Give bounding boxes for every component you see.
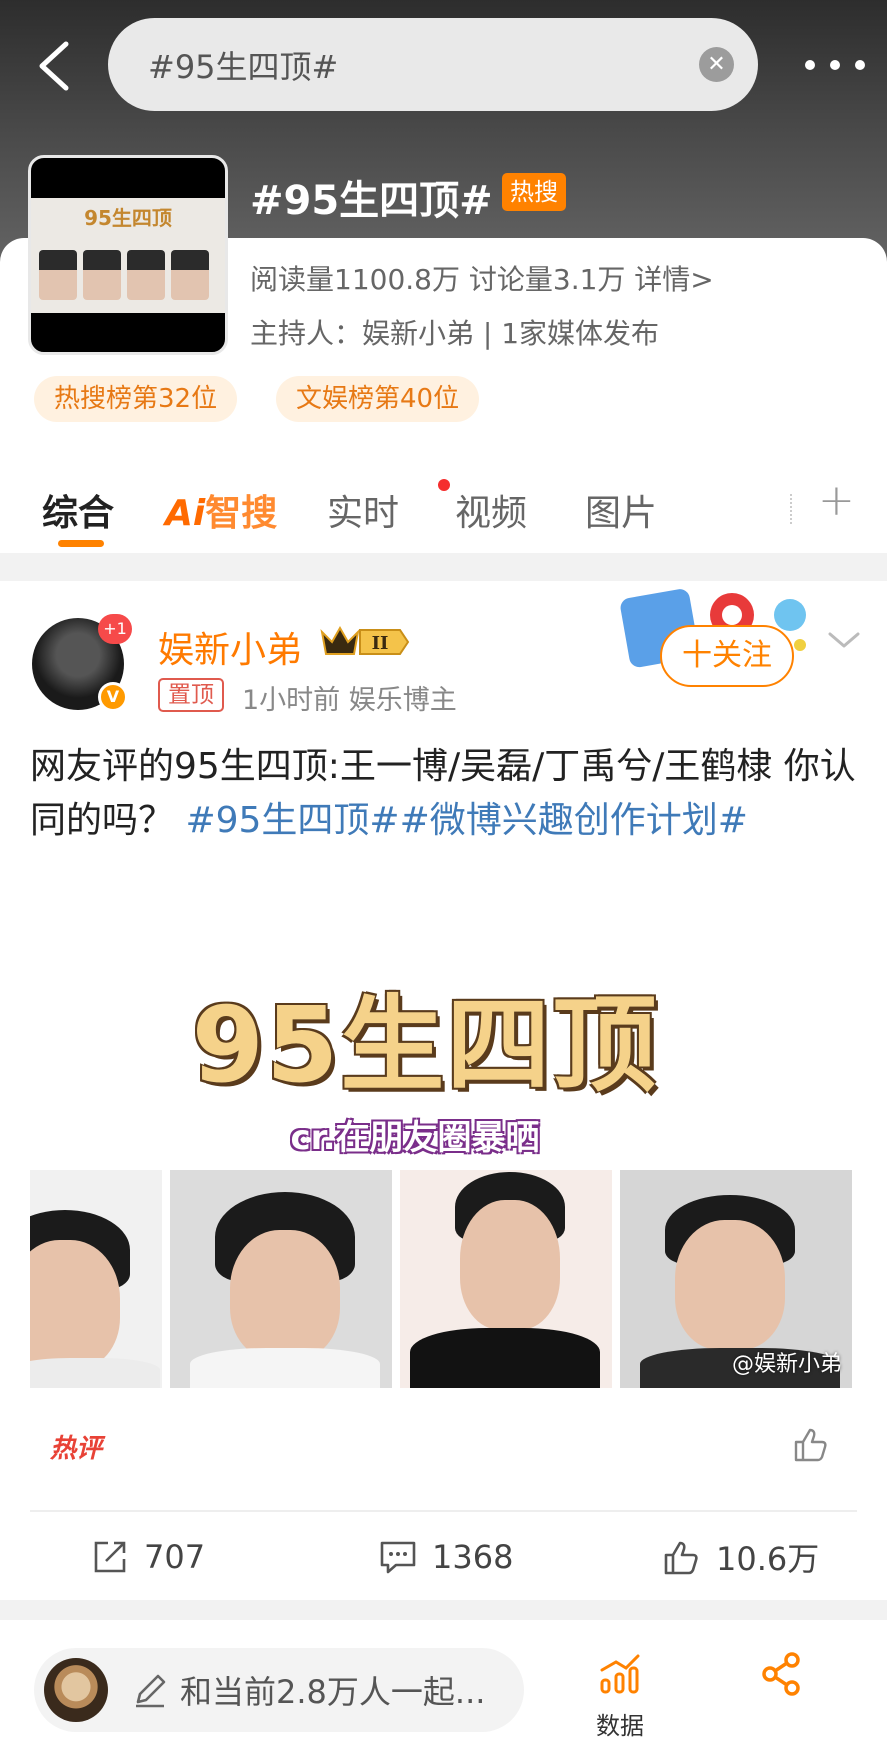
data-label: 数据	[596, 1712, 644, 1740]
back-arrow-icon[interactable]	[30, 36, 78, 96]
entertainment-rank[interactable]: 文娱榜第40位	[276, 376, 480, 422]
active-tab-indicator	[58, 540, 104, 547]
ai-search-label: 智搜	[205, 493, 278, 534]
topic-title: #95生四顶#	[250, 178, 493, 224]
pencil-icon	[136, 1674, 166, 1708]
post-text: 网友评的95生四顶:王一博/吴磊/丁禹兮/王鹤棣 你认同的吗？ #95生四顶##…	[30, 740, 860, 848]
ai-logo: Ai	[165, 493, 206, 534]
hot-comment-label[interactable]: 热评	[50, 1428, 102, 1465]
new-dot-icon	[438, 479, 450, 491]
photo-1	[30, 1170, 162, 1388]
search-query: #95生四顶#	[148, 47, 339, 86]
like-button[interactable]: 10.6万	[662, 1532, 819, 1582]
thumbs-up-icon[interactable]	[790, 1424, 830, 1464]
add-tab-icon[interactable]: +	[818, 475, 855, 526]
share-icon	[762, 1652, 800, 1696]
topic-thumbnail[interactable]: 95生四顶	[28, 155, 228, 355]
image-watermark: @娱新小弟	[731, 1352, 842, 1377]
comment-button[interactable]: 1368	[378, 1532, 513, 1582]
data-chart-icon	[600, 1654, 640, 1694]
tab-video[interactable]: 视频	[455, 484, 527, 536]
pinned-badge: 置顶	[158, 678, 224, 712]
hot-search-rank[interactable]: 热搜榜第32位	[34, 376, 238, 422]
tab-realtime[interactable]: 实时	[327, 484, 399, 536]
bottom-bar: 和当前2.8万人一起... 数据	[0, 1620, 887, 1743]
section-divider	[0, 553, 887, 581]
user-avatar	[44, 1658, 108, 1722]
tab-overflow-icon	[790, 494, 794, 524]
verified-icon: V	[98, 682, 128, 712]
post-hashtags[interactable]: #95生四顶##微博兴趣创作计划#	[185, 800, 747, 841]
post-meta: 1小时前 娱乐博主	[242, 685, 457, 716]
comment-icon	[380, 1541, 416, 1574]
comment-count: 1368	[432, 1538, 514, 1576]
data-button[interactable]: 数据	[596, 1650, 644, 1741]
follow-button[interactable]: 十关注	[660, 625, 794, 687]
action-divider	[30, 1510, 857, 1512]
photo-3	[400, 1170, 612, 1388]
repost-count: 707	[144, 1538, 206, 1576]
repost-icon	[94, 1541, 126, 1573]
image-subtitle: cr.在朋友圈暴晒	[290, 1118, 540, 1158]
clear-icon[interactable]: ✕	[699, 47, 734, 82]
crown-level-icon: II	[320, 625, 410, 655]
tab-images[interactable]: 图片	[585, 484, 657, 536]
tab-general[interactable]: 综合	[42, 484, 114, 536]
section-divider-bottom	[0, 1600, 887, 1620]
search-input[interactable]: #95生四顶# ✕	[108, 18, 758, 111]
topic-stats[interactable]: 阅读量1100.8万 讨论量3.1万 详情>	[250, 258, 714, 298]
more-options-icon[interactable]	[805, 50, 865, 80]
topic-host: 主持人：娱新小弟 | 1家媒体发布	[250, 317, 660, 350]
like-count: 10.6万	[716, 1540, 820, 1578]
compose-input[interactable]: 和当前2.8万人一起...	[34, 1648, 524, 1732]
share-button[interactable]	[758, 1650, 806, 1702]
chevron-down-icon[interactable]	[826, 628, 862, 652]
tab-ai-search[interactable]: Ai智搜	[165, 484, 277, 536]
hot-badge: 热搜	[502, 173, 566, 211]
thumb-title: 95生四顶	[84, 206, 172, 230]
photo-4: @娱新小弟	[620, 1170, 852, 1388]
compose-placeholder: 和当前2.8万人一起...	[180, 1673, 486, 1711]
author-name[interactable]: 娱新小弟	[158, 621, 302, 673]
plus-one-badge: +1	[98, 614, 132, 644]
like-icon	[664, 1541, 698, 1575]
post-image[interactable]: 95生四顶 cr.在朋友圈暴晒 @娱新小弟	[30, 960, 852, 1388]
photo-2	[170, 1170, 392, 1388]
repost-button[interactable]: 707	[90, 1532, 205, 1582]
crown-level: II	[372, 633, 389, 654]
image-title: 95生四顶	[191, 984, 659, 1106]
